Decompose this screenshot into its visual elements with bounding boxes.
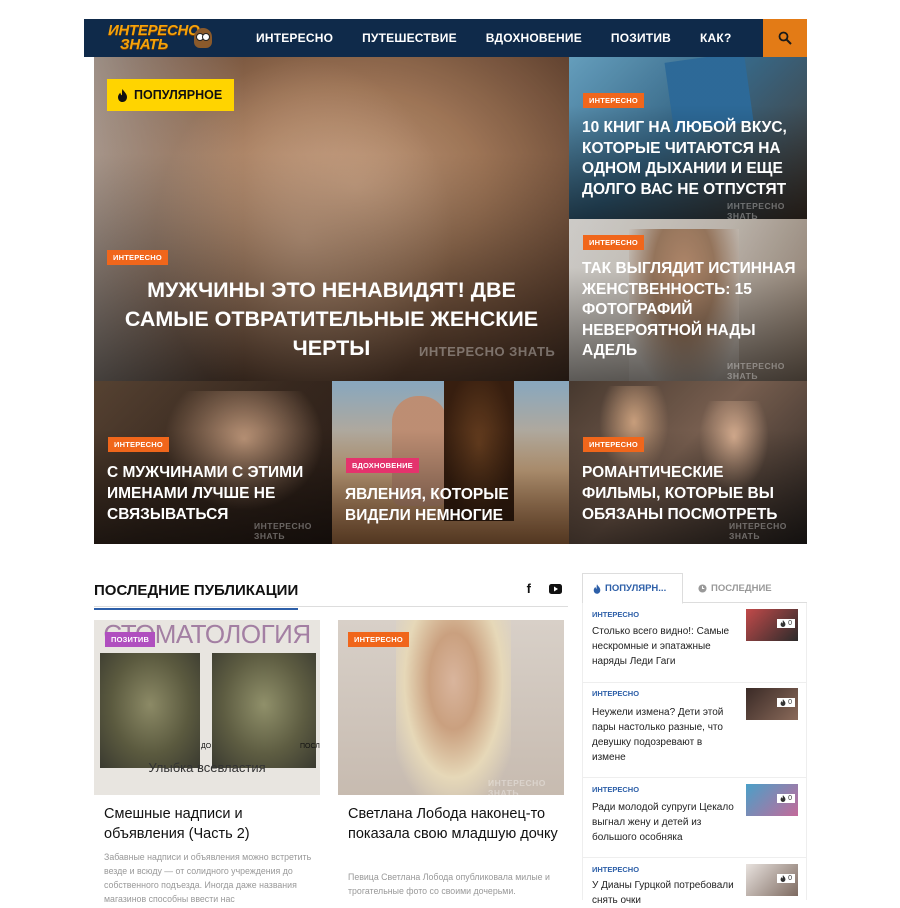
view-count: 0 xyxy=(777,698,795,707)
list-item-title[interactable]: У Дианы Гурцкой потребовали снять очки xyxy=(592,878,738,908)
flame-icon xyxy=(593,583,601,594)
section-title: ПОСЛЕДНИЕ ПУБЛИКАЦИИ xyxy=(94,582,299,610)
category-badge[interactable]: ИНТЕРЕСНО xyxy=(583,235,644,250)
list-item-category[interactable]: ИНТЕРЕСНО xyxy=(592,689,639,698)
tab-popular-label: ПОПУЛЯРН... xyxy=(605,583,667,594)
nav-item-travel[interactable]: ПУТЕШЕСТВИЕ xyxy=(362,31,457,45)
youtube-icon[interactable] xyxy=(549,583,562,594)
hero-post-names[interactable]: ИНТЕРЕСНО С МУЖЧИНАМИ С ЭТИМИ ИМЕНАМИ ЛУ… xyxy=(94,381,332,544)
social-links: f xyxy=(527,581,562,596)
singer-photo xyxy=(396,620,511,795)
flame-icon xyxy=(780,875,786,882)
hero-post-title[interactable]: РОМАНТИЧЕСКИЕ ФИЛЬМЫ, КОТОРЫЕ ВЫ ОБЯЗАНЫ… xyxy=(582,462,802,525)
list-item-thumbnail[interactable]: 0 xyxy=(746,688,798,720)
hero-post-title[interactable]: ТАК ВЫГЛЯДИТ ИСТИННАЯ ЖЕНСТВЕННОСТЬ: 15 … xyxy=(582,259,804,362)
list-item-thumbnail[interactable]: 0 xyxy=(746,784,798,816)
list-item-title[interactable]: Ради молодой супруги Цекало выгнал жену … xyxy=(592,800,738,845)
flame-icon xyxy=(780,795,786,802)
view-count-value: 0 xyxy=(788,875,792,882)
list-item-thumbnail[interactable]: 0 xyxy=(746,864,798,896)
category-badge[interactable]: ВДОХНОВЕНИЕ xyxy=(346,458,419,473)
list-item[interactable]: ИНТЕРЕСНО У Дианы Гурцкой потребовали сн… xyxy=(583,858,806,906)
nav-item-inspiration[interactable]: ВДОХНОВЕНИЕ xyxy=(486,31,582,45)
hero-post-films[interactable]: ИНТЕРЕСНО РОМАНТИЧЕСКИЕ ФИЛЬМЫ, КОТОРЫЕ … xyxy=(569,381,807,544)
post-card[interactable]: СТОМАТОЛОГИЯ ДО ПОСЛ Улыбка всевластия П… xyxy=(94,620,320,904)
before-photo xyxy=(100,653,200,768)
category-badge[interactable]: ИНТЕРЕСНО xyxy=(583,437,644,452)
image-caption: Улыбка всевластия xyxy=(148,760,266,775)
view-count-value: 0 xyxy=(788,620,792,627)
list-item[interactable]: ИНТЕРЕСНО Ради молодой супруги Цекало вы… xyxy=(583,778,806,858)
watermark: ИНТЕРЕСНО ЗНАТЬ xyxy=(729,521,787,541)
post-card[interactable]: ИНТЕРЕСНО ИНТЕРЕСНО ЗНАТЬ Светлана Лобод… xyxy=(338,620,564,900)
popular-label-text: ПОПУЛЯРНОЕ xyxy=(134,88,223,102)
post-card-title[interactable]: Смешные надписи и объявления (Часть 2) xyxy=(104,804,314,844)
tab-latest-label: ПОСЛЕДНИЕ xyxy=(711,583,772,594)
facebook-icon[interactable]: f xyxy=(527,581,531,596)
clock-icon xyxy=(698,584,707,593)
logo-line-2: ЗНАТЬ xyxy=(120,36,169,53)
hero-post-nadia[interactable]: ИНТЕРЕСНО ТАК ВЫГЛЯДИТ ИСТИННАЯ ЖЕНСТВЕН… xyxy=(569,219,807,381)
nav-item-interesting[interactable]: ИНТЕРЕСНО xyxy=(256,31,333,45)
list-item-category[interactable]: ИНТЕРЕСНО xyxy=(592,865,639,874)
main-nav: ИНТЕРЕСНО ПУТЕШЕСТВИЕ ВДОХНОВЕНИЕ ПОЗИТИ… xyxy=(256,19,760,57)
list-item[interactable]: ИНТЕРЕСНО Столько всего видно!: Самые не… xyxy=(583,603,806,683)
tab-latest[interactable]: ПОСЛЕДНИЕ xyxy=(698,573,772,604)
list-item-category[interactable]: ИНТЕРЕСНО xyxy=(592,785,639,794)
watermark: ИНТЕРЕСНО ЗНАТЬ xyxy=(488,778,546,795)
sidebar-list: ИНТЕРЕСНО Столько всего видно!: Самые не… xyxy=(582,603,807,906)
list-item-thumbnail[interactable]: 0 xyxy=(746,609,798,641)
category-badge[interactable]: ИНТЕРЕСНО xyxy=(348,632,409,647)
flame-icon xyxy=(780,699,786,706)
sidebar-widget: ПОПУЛЯРН... ПОСЛЕДНИЕ ИНТЕРЕСНО Столько … xyxy=(582,573,807,906)
hero-post-title[interactable]: С МУЖЧИНАМИ С ЭТИМИ ИМЕНАМИ ЛУЧШЕ НЕ СВЯ… xyxy=(107,462,325,525)
latest-section-header: ПОСЛЕДНИЕ ПУБЛИКАЦИИ f xyxy=(94,579,568,610)
after-photo xyxy=(212,653,316,768)
tab-popular[interactable]: ПОПУЛЯРН... xyxy=(582,573,683,604)
list-item-category[interactable]: ИНТЕРЕСНО xyxy=(592,610,639,619)
list-item-title[interactable]: Столько всего видно!: Самые нескромные и… xyxy=(592,624,738,669)
watermark: ИНТЕРЕСНО ЗНАТЬ xyxy=(254,521,312,541)
post-card-image: СТОМАТОЛОГИЯ ДО ПОСЛ Улыбка всевластия П… xyxy=(94,620,320,795)
popular-label: ПОПУЛЯРНОЕ xyxy=(107,79,234,111)
search-icon xyxy=(778,31,792,45)
hero-post-title[interactable]: 10 КНИГ НА ЛЮБОЙ ВКУС, КОТОРЫЕ ЧИТАЮТСЯ … xyxy=(582,118,800,200)
search-button[interactable] xyxy=(763,19,807,57)
post-card-excerpt: Певица Светлана Лобода опубликовала милы… xyxy=(348,872,550,896)
hero-post-title[interactable]: ЯВЛЕНИЯ, КОТОРЫЕ ВИДЕЛИ НЕМНОГИЕ xyxy=(345,484,563,526)
view-count-value: 0 xyxy=(788,795,792,802)
sidebar-tabs: ПОПУЛЯРН... ПОСЛЕДНИЕ xyxy=(582,573,807,604)
owl-mascot-icon xyxy=(194,28,212,48)
after-label: ПОСЛ xyxy=(300,743,320,750)
nav-item-positive[interactable]: ПОЗИТИВ xyxy=(611,31,671,45)
post-card-title[interactable]: Светлана Лобода наконец-то показала свою… xyxy=(348,804,558,844)
view-count: 0 xyxy=(777,619,795,628)
post-card-excerpt: Забавные надписи и объявления можно встр… xyxy=(104,852,312,904)
site-header: ИНТЕРЕСНО ЗНАТЬ ИНТЕРЕСНО ПУТЕШЕСТВИЕ ВД… xyxy=(84,19,807,57)
flame-icon xyxy=(118,88,127,102)
nav-item-howto[interactable]: КАК? xyxy=(700,31,731,45)
category-badge[interactable]: ПОЗИТИВ xyxy=(105,632,156,647)
watermark: ИНТЕРЕСНО ЗНАТЬ xyxy=(419,344,556,359)
hero-post-phenomena[interactable]: ВДОХНОВЕНИЕ ЯВЛЕНИЯ, КОТОРЫЕ ВИДЕЛИ НЕМН… xyxy=(332,381,569,544)
view-count-value: 0 xyxy=(788,699,792,706)
post-card-image: ИНТЕРЕСНО ИНТЕРЕСНО ЗНАТЬ xyxy=(338,620,564,795)
view-count: 0 xyxy=(777,874,795,883)
list-item[interactable]: ИНТЕРЕСНО Неужели измена? Дети этой пары… xyxy=(583,683,806,778)
category-badge[interactable]: ИНТЕРЕСНО xyxy=(108,437,169,452)
list-item-title[interactable]: Неужели измена? Дети этой пары настолько… xyxy=(592,705,738,765)
category-badge[interactable]: ИНТЕРЕСНО xyxy=(583,93,644,108)
watermark: ИНТЕРЕСНО ЗНАТЬ xyxy=(727,361,785,381)
before-label: ДО xyxy=(201,743,212,750)
logo-text: ИНТЕРЕСНО ЗНАТЬ xyxy=(108,23,200,53)
hero-post-books[interactable]: ИНТЕРЕСНО 10 КНИГ НА ЛЮБОЙ ВКУС, КОТОРЫЕ… xyxy=(569,57,807,219)
site-logo[interactable]: ИНТЕРЕСНО ЗНАТЬ xyxy=(84,19,216,57)
category-badge[interactable]: ИНТЕРЕСНО xyxy=(107,250,168,265)
watermark: ИНТЕРЕСНО ЗНАТЬ xyxy=(727,201,785,219)
view-count: 0 xyxy=(777,794,795,803)
flame-icon xyxy=(780,620,786,627)
